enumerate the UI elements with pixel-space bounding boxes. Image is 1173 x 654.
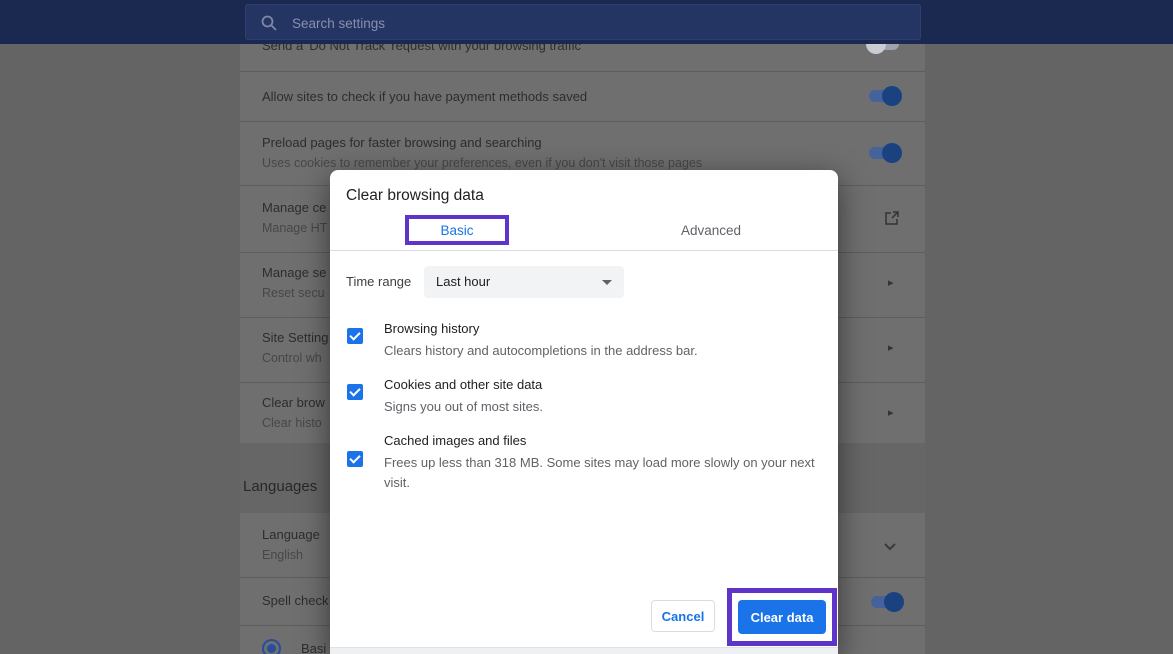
cookies-checkbox[interactable] — [347, 384, 363, 400]
cached-images-description: Frees up less than 318 MB. Some sites ma… — [384, 453, 824, 493]
row-preload-pages-sublabel: Uses cookies to remember your preference… — [262, 156, 702, 170]
preload-pages-toggle[interactable] — [866, 143, 902, 163]
cookies-description: Signs you out of most sites. — [384, 397, 824, 417]
payment-methods-toggle[interactable] — [866, 86, 902, 106]
dialog-bottom-strip — [330, 647, 838, 654]
row-manage-certificates-sublabel: Manage HT — [262, 221, 327, 235]
dialog-title: Clear browsing data — [346, 187, 484, 205]
row-language-sublabel: English — [262, 548, 303, 562]
annotation-highlight-basic-tab — [405, 215, 509, 245]
row-basic-spell-check-label: Basi — [301, 641, 326, 654]
toggle-knob — [882, 143, 902, 163]
browsing-history-description: Clears history and autocompletions in th… — [384, 341, 824, 361]
row-site-settings-label: Site Setting — [262, 330, 329, 345]
row-clear-browsing-sublabel: Clear histo — [262, 416, 322, 430]
search-icon — [260, 14, 278, 37]
basic-spell-check-radio[interactable] — [262, 639, 281, 654]
dropdown-caret-icon — [602, 280, 612, 285]
row-arrow-icon[interactable]: ▸ — [888, 276, 894, 289]
external-link-icon[interactable] — [884, 210, 900, 231]
cookies-label: Cookies and other site data — [384, 377, 542, 392]
search-field[interactable] — [245, 4, 921, 40]
row-site-settings-sublabel: Control wh — [262, 351, 322, 365]
search-input[interactable] — [290, 5, 894, 41]
row-divider — [240, 121, 925, 122]
row-spell-check-label: Spell check — [262, 593, 328, 608]
row-arrow-icon[interactable]: ▸ — [888, 406, 894, 419]
tabs-divider — [330, 250, 838, 251]
row-preload-pages-label: Preload pages for faster browsing and se… — [262, 135, 542, 150]
toggle-knob — [884, 592, 904, 612]
time-range-label: Time range — [346, 274, 411, 289]
browsing-history-checkbox[interactable] — [347, 328, 363, 344]
row-language-label: Language — [262, 527, 320, 542]
toggle-knob — [882, 86, 902, 106]
row-clear-browsing-label: Clear brow — [262, 395, 325, 410]
browsing-history-label: Browsing history — [384, 321, 479, 336]
spell-check-toggle[interactable] — [868, 592, 904, 612]
settings-header-bar — [0, 0, 1173, 44]
row-arrow-icon[interactable]: ▸ — [888, 341, 894, 354]
time-range-value: Last hour — [436, 274, 490, 289]
row-divider — [240, 71, 925, 72]
cached-images-checkbox[interactable] — [347, 451, 363, 467]
row-manage-certificates-label: Manage ce — [262, 200, 326, 215]
tab-advanced[interactable]: Advanced — [584, 212, 838, 250]
time-range-select[interactable]: Last hour — [424, 266, 624, 298]
cached-images-label: Cached images and files — [384, 433, 526, 448]
cancel-button[interactable]: Cancel — [651, 600, 715, 632]
clear-browsing-data-screen: Send a 'Do Not Track' request with your … — [0, 0, 1173, 654]
clear-browsing-data-dialog: Clear browsing data Basic Advanced Time … — [330, 170, 838, 654]
row-payment-methods-label: Allow sites to check if you have payment… — [262, 89, 587, 104]
row-manage-security-sublabel: Reset secu — [262, 286, 325, 300]
chevron-down-icon[interactable] — [884, 538, 896, 546]
row-manage-security-label: Manage se — [262, 265, 326, 280]
languages-section-heading: Languages — [243, 478, 317, 495]
annotation-highlight-clear-data — [727, 588, 837, 646]
